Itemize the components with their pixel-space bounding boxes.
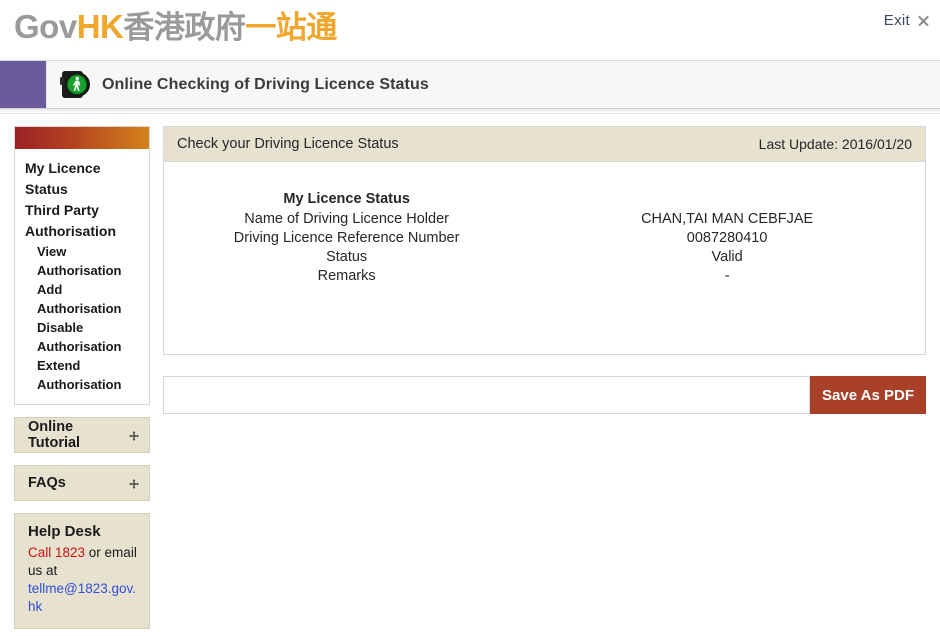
sidebar-item-disable-authorisation[interactable]: Disable Authorisation (15, 318, 149, 356)
action-bar: Save As PDF (163, 376, 926, 414)
title-bar-inner: Online Checking of Driving Licence Statu… (46, 61, 940, 108)
row-label-status: Status (326, 249, 368, 265)
exit-button[interactable]: Exit (884, 12, 930, 29)
sidebar-item-extend-authorisation[interactable]: Extend Authorisation (15, 356, 149, 394)
sidebar-nav-list: My Licence Status Third Party Authorisat… (15, 149, 149, 394)
table-row: Driving Licence Reference Number 0087280… (164, 229, 925, 248)
help-desk-title: Help Desk (28, 523, 101, 540)
pedestrian-traffic-light-icon (58, 68, 92, 102)
exit-label: Exit (883, 12, 910, 29)
sidebar-item-add-authorisation[interactable]: Add Authorisation (15, 280, 149, 318)
table-row: Remarks - (164, 267, 925, 286)
row-label-reference-number: Driving Licence Reference Number (233, 230, 460, 246)
licence-status-table: My Licence Status Name of Driving Licenc… (164, 190, 925, 286)
help-desk-email-link[interactable]: tellme@1823.gov.hk (28, 581, 136, 614)
sidebar-item-third-party-authorisation[interactable]: Third Party Authorisation (15, 200, 149, 242)
sidebar-item-view-authorisation[interactable]: View Authorisation (15, 242, 149, 280)
sidebar: My Licence Status Third Party Authorisat… (14, 126, 150, 629)
online-tutorial-button[interactable]: Online Tutorial (14, 417, 150, 453)
app-title-bar: Online Checking of Driving Licence Statu… (0, 60, 940, 109)
main-content: Check your Driving Licence Status Last U… (163, 126, 926, 414)
save-as-pdf-button[interactable]: Save As PDF (810, 376, 926, 414)
close-icon[interactable] (917, 14, 930, 27)
table-row: My Licence Status (164, 190, 925, 210)
expand-arrow-icon (128, 429, 140, 441)
logo-text-chinese-orange: 一站通 (245, 10, 337, 45)
logo-text-gov: Gov (14, 8, 77, 45)
help-desk-call-link[interactable]: Call 1823 (28, 545, 85, 560)
row-label-name: Name of Driving Licence Holder (244, 211, 449, 227)
table-row: Name of Driving Licence Holder CHAN,TAI … (164, 210, 925, 229)
licence-status-panel: Check your Driving Licence Status Last U… (163, 126, 926, 355)
brand-bar: GovHK香港政府一站通 Exit (0, 0, 940, 60)
govhk-logo[interactable]: GovHK香港政府一站通 (14, 7, 337, 48)
page-body: My Licence Status Third Party Authorisat… (0, 114, 940, 629)
sidebar-gradient-header (15, 127, 149, 149)
row-value-status: Valid (711, 249, 743, 265)
help-desk-box: Help Desk Call 1823 or email us at tellm… (14, 513, 150, 629)
online-tutorial-label: Online Tutorial (28, 419, 81, 451)
page-title: Online Checking of Driving Licence Statu… (102, 75, 429, 93)
title-accent-block (0, 61, 46, 108)
faqs-label: FAQs (28, 475, 66, 491)
table-row: Status Valid (164, 248, 925, 267)
last-update-text: Last Update: 2016/01/20 (758, 136, 912, 152)
sidebar-item-my-licence-status[interactable]: My Licence Status (15, 158, 149, 200)
row-value-reference-number: 0087280410 (686, 230, 768, 246)
expand-arrow-icon (128, 477, 140, 489)
row-value-remarks: - (724, 268, 730, 284)
panel-header-title: Check your Driving Licence Status (177, 136, 399, 152)
panel-header: Check your Driving Licence Status Last U… (164, 127, 925, 162)
faqs-button[interactable]: FAQs (14, 465, 150, 501)
panel-body: My Licence Status Name of Driving Licenc… (164, 162, 925, 354)
section-title-spacer (529, 190, 925, 210)
logo-text-hk: HK (76, 8, 124, 45)
row-label-remarks: Remarks (317, 268, 376, 284)
help-desk-body: Call 1823 or email us at tellme@1823.gov… (28, 544, 139, 616)
logo-text-chinese-gray: 香港政府 (123, 10, 246, 45)
sidebar-nav-box: My Licence Status Third Party Authorisat… (14, 126, 150, 405)
action-bar-blank-area (163, 376, 810, 414)
section-title: My Licence Status (283, 191, 410, 207)
row-value-name: CHAN,TAI MAN CEBFJAE (641, 211, 814, 227)
